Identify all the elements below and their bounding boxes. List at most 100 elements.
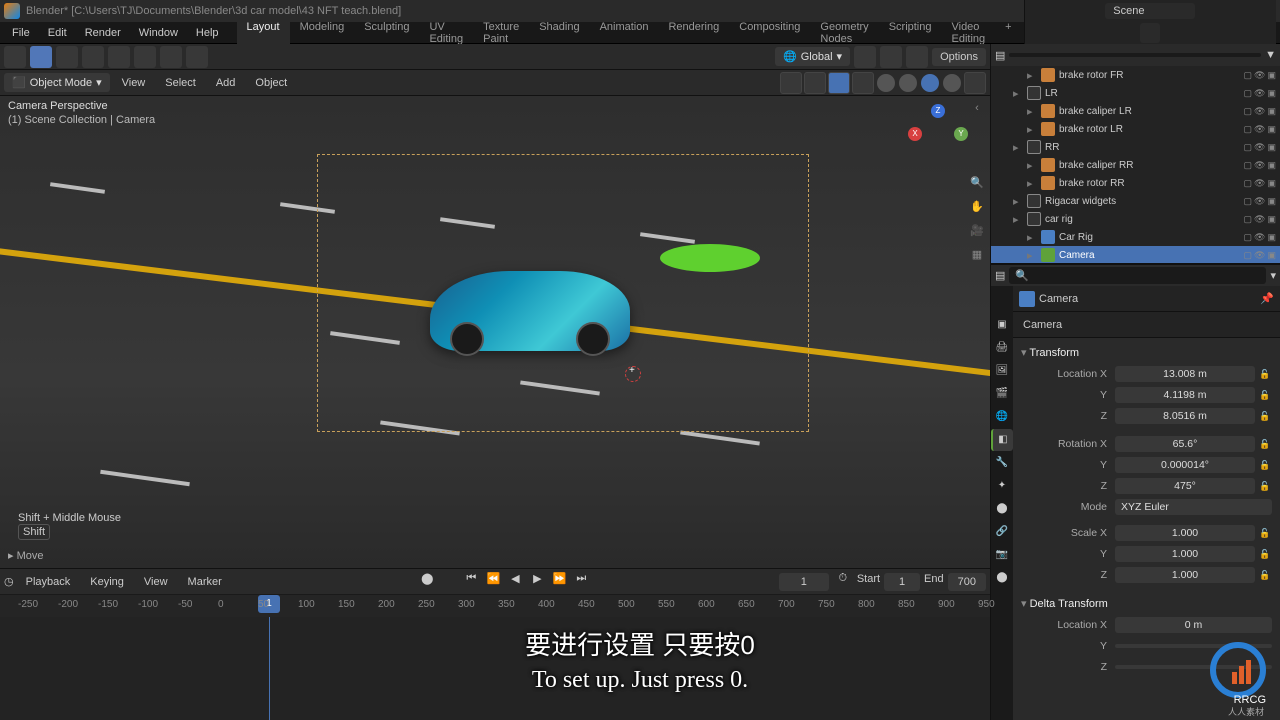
prop-particle-icon[interactable]: ✦ <box>991 475 1013 497</box>
tab-add[interactable]: + <box>995 18 1021 48</box>
pan-icon[interactable]: ✋ <box>968 200 986 218</box>
scale-y-field[interactable]: 1.000 <box>1115 546 1255 562</box>
outliner-row[interactable]: ▸ Rigacar widgets ▢ 👁 ▣ <box>991 192 1280 210</box>
restrict-render-icon[interactable]: ▣ <box>1267 178 1276 189</box>
jump-start-icon[interactable]: ⏮ <box>461 572 481 592</box>
delta-panel-header[interactable]: Delta Transform <box>1021 593 1272 614</box>
restrict-select-icon[interactable]: ▢ <box>1244 196 1253 207</box>
restrict-view-icon[interactable]: 👁 <box>1254 124 1265 135</box>
tab-layout[interactable]: Layout <box>237 18 290 48</box>
restrict-render-icon[interactable]: ▣ <box>1267 232 1276 243</box>
restrict-view-icon[interactable]: 👁 <box>1254 142 1265 153</box>
dloc-x-field[interactable]: 0 m <box>1115 617 1272 633</box>
prop-constraint-icon[interactable]: 🔗 <box>991 521 1013 543</box>
keyprev-icon[interactable]: ⏪ <box>483 572 503 592</box>
restrict-select-icon[interactable]: ▢ <box>1244 178 1253 189</box>
prop-output-icon[interactable]: 🖨 <box>991 337 1013 359</box>
select-box-icon[interactable] <box>56 46 78 68</box>
zoom-icon[interactable]: 🔍 <box>968 176 986 194</box>
restrict-view-icon[interactable]: 👁 <box>1254 178 1265 189</box>
prop-render-icon[interactable]: ▣ <box>991 314 1013 336</box>
axis-y-icon[interactable]: Y <box>954 127 968 141</box>
options-dropdown[interactable]: Options <box>932 48 986 66</box>
restrict-render-icon[interactable]: ▣ <box>1267 70 1276 81</box>
overlay-toggle-icon[interactable] <box>828 72 850 94</box>
play-rev-icon[interactable]: ◀ <box>505 572 525 592</box>
preview-range-icon[interactable]: ⏱ <box>833 572 853 592</box>
prop-viewlayer-icon[interactable]: 🖼 <box>991 360 1013 382</box>
prop-world-icon[interactable]: 🌐 <box>991 406 1013 428</box>
collapse-icon[interactable]: ‹ <box>968 102 986 120</box>
restrict-select-icon[interactable]: ▢ <box>1244 124 1253 135</box>
outliner-row[interactable]: ▸ brake caliper LR ▢ 👁 ▣ <box>991 102 1280 120</box>
disclosure-icon[interactable]: ▸ <box>1013 141 1023 154</box>
matprev-shading-icon[interactable] <box>921 74 939 92</box>
xray-icon[interactable] <box>852 72 874 94</box>
playhead-line[interactable] <box>269 617 270 720</box>
3d-viewport[interactable]: Camera Perspective (1) Scene Collection … <box>0 96 990 568</box>
camera-icon[interactable]: 🎥 <box>968 224 986 242</box>
keying-menu[interactable]: Keying <box>82 573 132 591</box>
axis-z-icon[interactable]: Z <box>931 104 945 118</box>
object-menu[interactable]: Object <box>247 74 295 92</box>
outliner-row[interactable]: ▸ brake rotor RR ▢ 👁 ▣ <box>991 174 1280 192</box>
restrict-view-icon[interactable]: 👁 <box>1254 106 1265 117</box>
restrict-render-icon[interactable]: ▣ <box>1267 160 1276 171</box>
restrict-select-icon[interactable]: ▢ <box>1244 250 1253 261</box>
tab-sculpting[interactable]: Sculpting <box>354 18 419 48</box>
disclosure-icon[interactable]: ▸ <box>1027 123 1037 136</box>
restrict-view-icon[interactable]: 👁 <box>1254 196 1265 207</box>
start-frame-field[interactable]: 1 <box>884 573 920 591</box>
rot-x-field[interactable]: 65.6° <box>1115 436 1255 452</box>
wireframe-shading-icon[interactable] <box>877 74 895 92</box>
rendered-shading-icon[interactable] <box>943 74 961 92</box>
restrict-render-icon[interactable]: ▣ <box>1267 214 1276 225</box>
prop-data-icon[interactable]: 📷 <box>991 544 1013 566</box>
rot-z-field[interactable]: 475° <box>1115 478 1255 494</box>
prop-physics-icon[interactable]: ⬤ <box>991 498 1013 520</box>
add-menu[interactable]: Add <box>208 74 244 92</box>
transform-panel-header[interactable]: Transform <box>1021 342 1272 363</box>
restrict-select-icon[interactable]: ▢ <box>1244 88 1253 99</box>
restrict-render-icon[interactable]: ▣ <box>1267 124 1276 135</box>
view-menu[interactable]: View <box>114 74 154 92</box>
jump-end-icon[interactable]: ⏭ <box>571 572 591 592</box>
viewlayer-browse-icon[interactable] <box>1140 23 1160 43</box>
loc-z-field[interactable]: 8.0516 m <box>1115 408 1255 424</box>
loc-y-field[interactable]: 4.1198 m <box>1115 387 1255 403</box>
snap-type2-icon[interactable] <box>134 46 156 68</box>
outliner-row[interactable]: ▸ RR ▢ 👁 ▣ <box>991 138 1280 156</box>
restrict-select-icon[interactable]: ▢ <box>1244 214 1253 225</box>
outliner-row[interactable]: ▸ Car Rig ▢ 👁 ▣ <box>991 228 1280 246</box>
restrict-view-icon[interactable]: 👁 <box>1254 88 1265 99</box>
tab-rendering[interactable]: Rendering <box>658 18 729 48</box>
prop-modifier-icon[interactable]: 🔧 <box>991 452 1013 474</box>
marker-menu[interactable]: Marker <box>180 573 230 591</box>
prop-scene-icon[interactable]: 🎬 <box>991 383 1013 405</box>
pivot-icon[interactable] <box>854 46 876 68</box>
restrict-render-icon[interactable]: ▣ <box>1267 142 1276 153</box>
scale-x-field[interactable]: 1.000 <box>1115 525 1255 541</box>
nav-gizmo[interactable]: Z Y X <box>908 104 968 164</box>
current-frame-field[interactable]: 1 <box>779 573 829 591</box>
restrict-select-icon[interactable]: ▢ <box>1244 142 1253 153</box>
rot-y-field[interactable]: 0.000014° <box>1115 457 1255 473</box>
scale-z-field[interactable]: 1.000 <box>1115 567 1255 583</box>
end-frame-field[interactable]: 700 <box>948 573 986 591</box>
outliner-row[interactable]: ▸ car rig ▢ 👁 ▣ <box>991 210 1280 228</box>
outliner-row[interactable]: ▸ LR ▢ 👁 ▣ <box>991 84 1280 102</box>
tab-compositing[interactable]: Compositing <box>729 18 810 48</box>
disclosure-icon[interactable]: ▸ <box>1027 69 1037 82</box>
mode-dropdown[interactable]: ⬛ Object Mode ▾ <box>4 73 110 92</box>
disclosure-icon[interactable]: ▸ <box>1027 249 1037 262</box>
restrict-render-icon[interactable]: ▣ <box>1267 88 1276 99</box>
keynext-icon[interactable]: ⏩ <box>549 572 569 592</box>
restrict-view-icon[interactable]: 👁 <box>1254 70 1265 81</box>
play-icon[interactable]: ▶ <box>527 572 547 592</box>
snap-type3-icon[interactable] <box>160 46 182 68</box>
restrict-view-icon[interactable]: 👁 <box>1254 250 1265 261</box>
restrict-view-icon[interactable]: 👁 <box>1254 214 1265 225</box>
outliner-row[interactable]: ▸ brake caliper RR ▢ 👁 ▣ <box>991 156 1280 174</box>
restrict-view-icon[interactable]: 👁 <box>1254 160 1265 171</box>
proportional-icon[interactable] <box>906 46 928 68</box>
